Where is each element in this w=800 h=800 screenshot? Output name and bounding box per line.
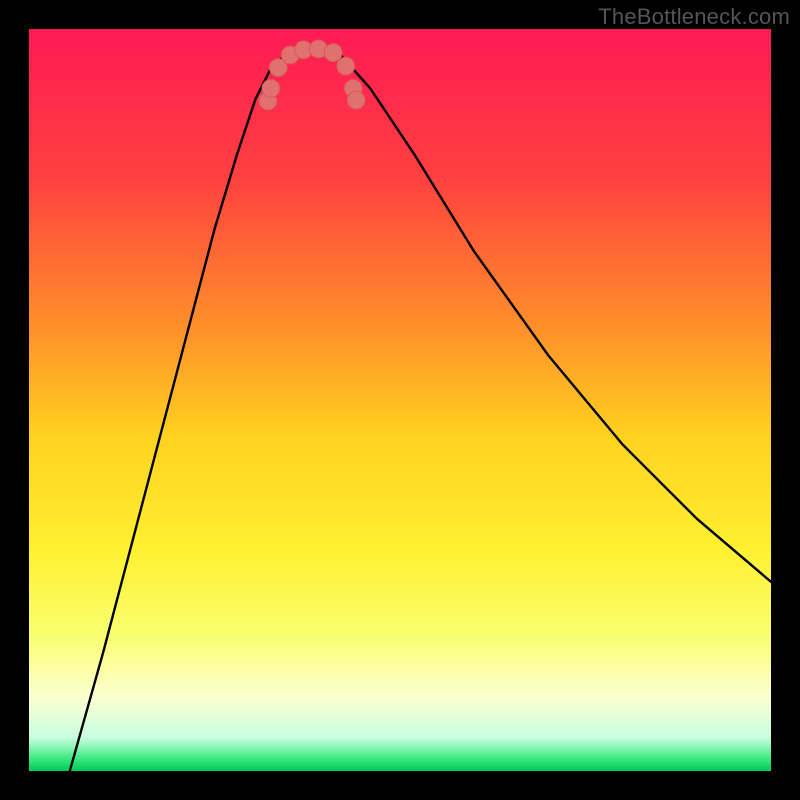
- curve-svg: [29, 29, 771, 771]
- watermark-text: TheBottleneck.com: [598, 4, 790, 30]
- gradient-background: [29, 29, 771, 771]
- fit-dot: [262, 80, 280, 98]
- fit-dot: [347, 91, 365, 109]
- chart-frame: TheBottleneck.com: [0, 0, 800, 800]
- plot-area: [29, 29, 771, 771]
- fit-dot: [337, 57, 355, 75]
- fit-dot: [324, 44, 342, 62]
